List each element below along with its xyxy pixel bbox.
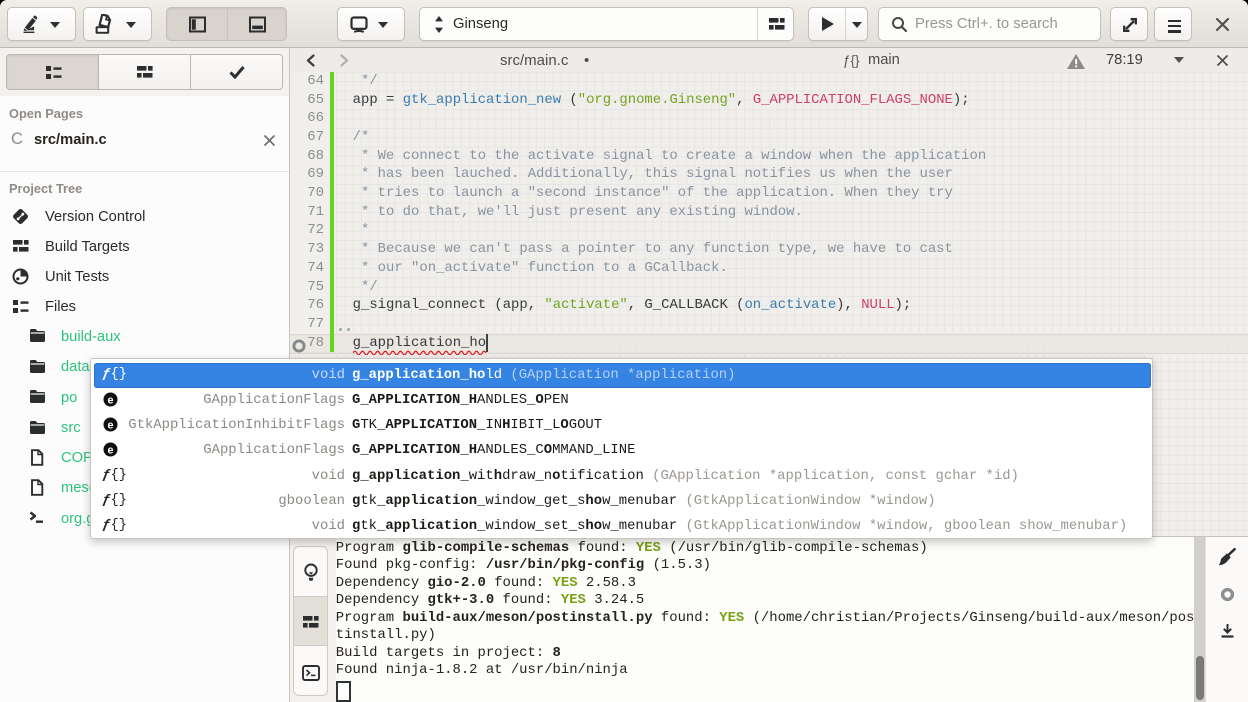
svg-text:e: e (107, 445, 113, 457)
svg-text:e: e (107, 419, 113, 431)
svg-text:e: e (107, 394, 113, 406)
